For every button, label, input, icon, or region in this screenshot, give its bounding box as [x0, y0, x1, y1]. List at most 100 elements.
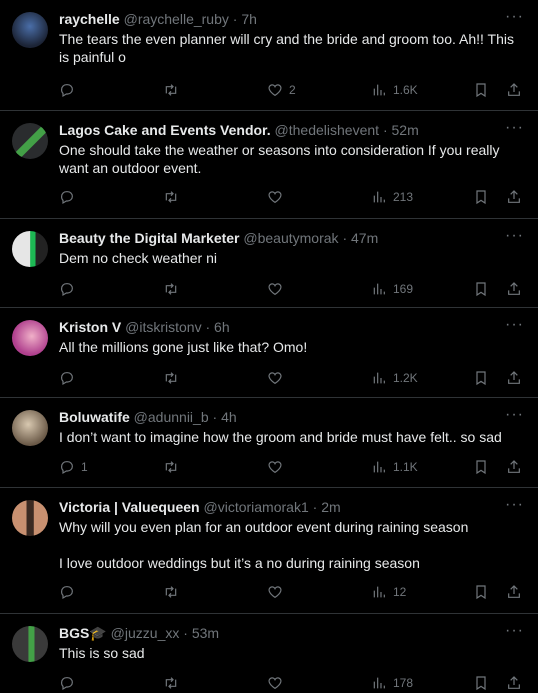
- reply-icon: [61, 586, 73, 600]
- tweet[interactable]: BGS🎓 @juzzu_xx · 53m This is so sad ··· …: [0, 614, 538, 693]
- avatar[interactable]: [12, 123, 48, 159]
- tweet[interactable]: Victoria | Valuequeen @victoriamorak1 · …: [0, 488, 538, 614]
- reply-button[interactable]: [59, 279, 81, 299]
- bookmark-button[interactable]: [473, 368, 489, 388]
- view-count: 1.1K: [393, 460, 418, 474]
- tweet-paragraph: I don’t want to imagine how the groom an…: [59, 429, 502, 445]
- display-name[interactable]: BGS🎓: [59, 625, 107, 641]
- tweet-paragraph: One should take the weather or seasons i…: [59, 142, 500, 176]
- avatar[interactable]: [12, 231, 48, 267]
- retweet-button[interactable]: [163, 279, 185, 299]
- more-options-icon[interactable]: ···: [505, 228, 524, 244]
- views-button[interactable]: 169: [371, 279, 413, 299]
- share-button[interactable]: [506, 187, 522, 207]
- timestamp[interactable]: 7h: [241, 11, 257, 27]
- bookmark-button[interactable]: [473, 279, 489, 299]
- more-options-icon[interactable]: ···: [505, 623, 524, 639]
- views-button[interactable]: 1.6K: [371, 80, 418, 100]
- views-button[interactable]: 12: [371, 582, 406, 602]
- tweet[interactable]: Kriston V @itskristonv · 6h All the mill…: [0, 308, 538, 398]
- user-handle[interactable]: @adunnii_b: [134, 409, 209, 425]
- reply-button[interactable]: [59, 187, 81, 207]
- views-button[interactable]: 1.2K: [371, 368, 418, 388]
- share-button[interactable]: [506, 582, 522, 602]
- views-button[interactable]: 178: [371, 673, 413, 693]
- timestamp[interactable]: 53m: [192, 625, 219, 641]
- like-button[interactable]: [267, 279, 289, 299]
- display-name[interactable]: Victoria | Valuequeen: [59, 499, 200, 515]
- retweet-button[interactable]: [163, 187, 185, 207]
- share-button[interactable]: [506, 368, 522, 388]
- avatar[interactable]: [12, 626, 48, 662]
- like-button[interactable]: [267, 582, 289, 602]
- user-handle[interactable]: @raychelle_ruby: [124, 11, 229, 27]
- avatar[interactable]: [12, 12, 48, 48]
- retweet-button[interactable]: [163, 673, 185, 693]
- views-button[interactable]: 213: [371, 187, 413, 207]
- retweet-button[interactable]: [163, 80, 185, 100]
- avatar[interactable]: [12, 410, 48, 446]
- timestamp[interactable]: 4h: [221, 409, 237, 425]
- bookmark-button[interactable]: [473, 457, 489, 477]
- display-name[interactable]: Lagos Cake and Events Vendor.: [59, 122, 271, 138]
- bookmark-button[interactable]: [473, 673, 489, 693]
- reply-button[interactable]: 1: [59, 457, 88, 477]
- tweet[interactable]: Beauty the Digital Marketer @beautymorak…: [0, 219, 538, 308]
- avatar[interactable]: [12, 500, 48, 536]
- separator-dot: ·: [212, 409, 218, 425]
- more-options-icon[interactable]: ···: [505, 407, 524, 423]
- share-button[interactable]: [506, 279, 522, 299]
- user-handle[interactable]: @victoriamorak1: [204, 499, 309, 515]
- retweet-button[interactable]: [163, 368, 185, 388]
- tweet-text: Why will you even plan for an outdoor ev…: [59, 518, 524, 572]
- more-options-icon[interactable]: ···: [505, 120, 524, 136]
- bookmark-button[interactable]: [473, 80, 489, 100]
- timestamp[interactable]: 47m: [351, 230, 378, 246]
- like-button[interactable]: [267, 673, 289, 693]
- display-name[interactable]: Beauty the Digital Marketer: [59, 230, 240, 246]
- reply-button[interactable]: [59, 80, 81, 100]
- heart-icon: [268, 586, 282, 599]
- reply-icon: [61, 372, 73, 386]
- share-button[interactable]: [506, 457, 522, 477]
- timestamp[interactable]: 52m: [392, 122, 419, 138]
- tweet-text: The tears the even planner will cry and …: [59, 30, 524, 66]
- timestamp[interactable]: 6h: [214, 319, 230, 335]
- tweet[interactable]: raychelle @raychelle_ruby · 7h The tears…: [0, 0, 538, 111]
- share-button[interactable]: [506, 80, 522, 100]
- like-button[interactable]: [267, 457, 289, 477]
- bookmark-icon: [476, 460, 486, 475]
- retweet-button[interactable]: [163, 457, 185, 477]
- like-button[interactable]: [267, 368, 289, 388]
- views-icon: [373, 84, 385, 96]
- like-button[interactable]: [267, 187, 289, 207]
- reply-button[interactable]: [59, 368, 81, 388]
- user-handle[interactable]: @juzzu_xx: [111, 625, 180, 641]
- display-name[interactable]: Boluwatife: [59, 409, 130, 425]
- display-name[interactable]: Kriston V: [59, 319, 121, 335]
- action-bar: 12: [59, 582, 524, 602]
- user-handle[interactable]: @thedelishevent: [275, 122, 380, 138]
- bookmark-button[interactable]: [473, 187, 489, 207]
- separator-dot: ·: [342, 230, 348, 246]
- share-button[interactable]: [506, 673, 522, 693]
- reply-button[interactable]: [59, 673, 81, 693]
- more-options-icon[interactable]: ···: [505, 317, 524, 333]
- tweet-body: BGS🎓 @juzzu_xx · 53m This is so sad: [59, 624, 524, 662]
- bookmark-button[interactable]: [473, 582, 489, 602]
- more-options-icon[interactable]: ···: [505, 9, 524, 25]
- retweet-button[interactable]: [163, 582, 185, 602]
- display-name[interactable]: raychelle: [59, 11, 120, 27]
- user-handle[interactable]: @itskristonv: [125, 319, 201, 335]
- tweet[interactable]: Boluwatife @adunnii_b · 4h I don’t want …: [0, 398, 538, 488]
- views-button[interactable]: 1.1K: [371, 457, 418, 477]
- tweet-header: Victoria | Valuequeen @victoriamorak1 · …: [59, 498, 524, 516]
- more-options-icon[interactable]: ···: [505, 497, 524, 513]
- bookmark-icon: [476, 676, 486, 691]
- avatar[interactable]: [12, 320, 48, 356]
- user-handle[interactable]: @beautymorak: [243, 230, 338, 246]
- like-button[interactable]: 2: [267, 80, 296, 100]
- tweet[interactable]: Lagos Cake and Events Vendor. @thedelish…: [0, 111, 538, 219]
- reply-button[interactable]: [59, 582, 81, 602]
- timestamp[interactable]: 2m: [321, 499, 340, 515]
